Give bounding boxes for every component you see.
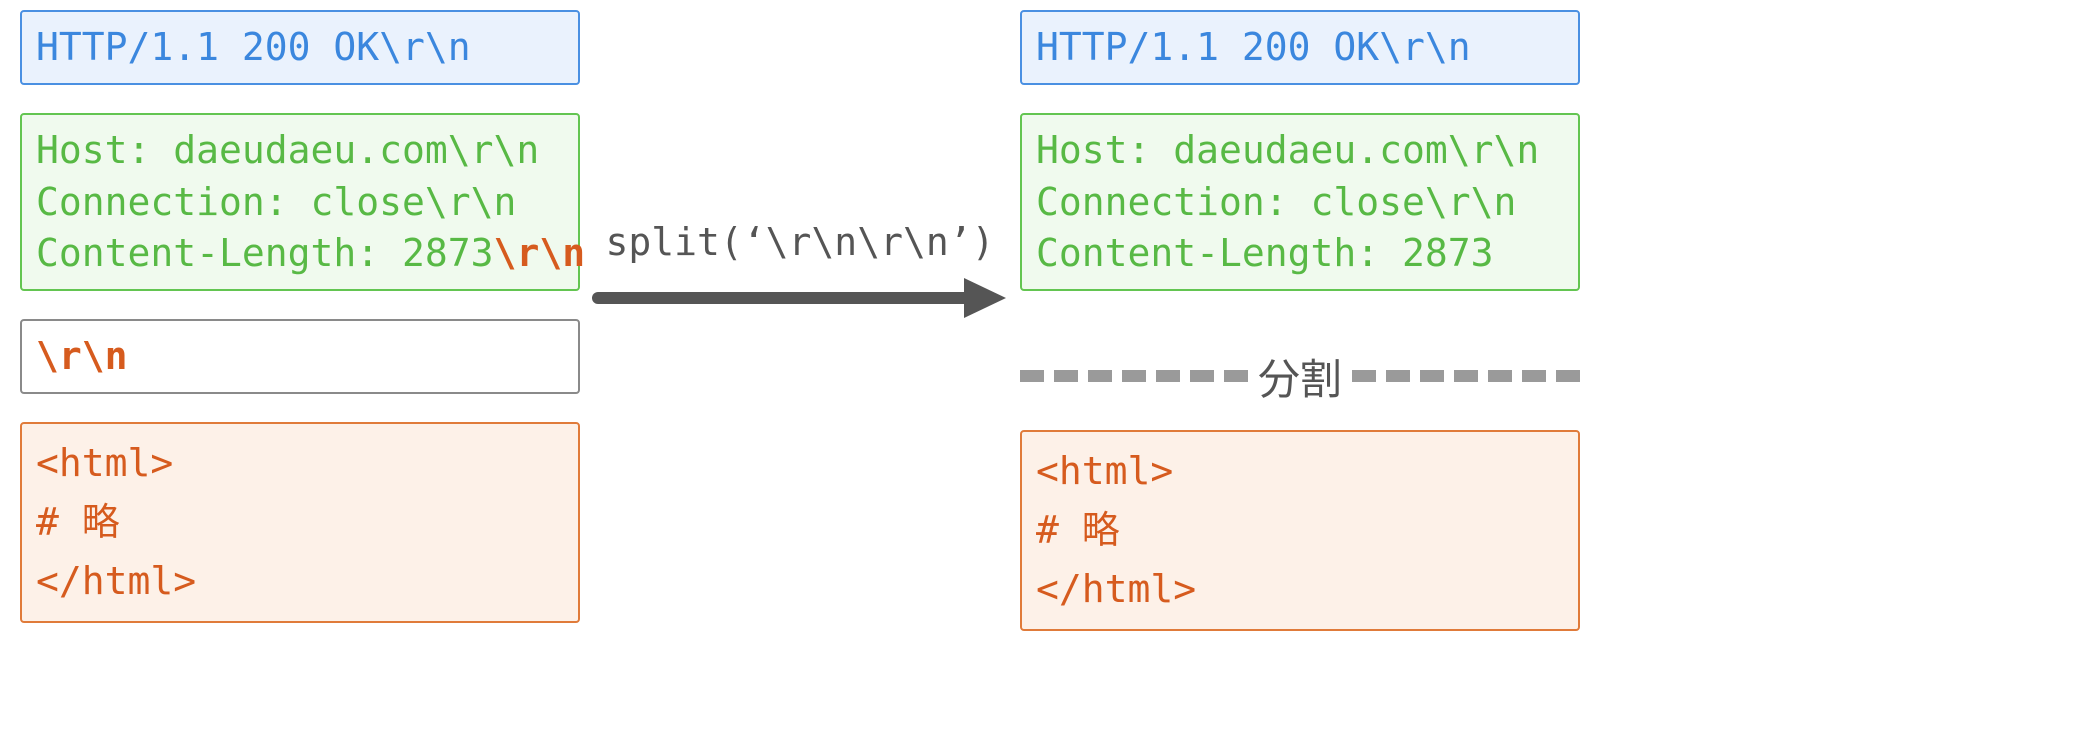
left-column: HTTP/1.1 200 OK\r\n Host: daeudaeu.com\r… [20,10,580,623]
split-arrow: split(‘\r\n\r\n’) [590,220,1010,328]
separator-box: \r\n [20,319,580,394]
dash-right [1352,370,1580,382]
status-line-box-right: HTTP/1.1 200 OK\r\n [1020,10,1580,85]
split-divider: 分割 [1020,348,1580,404]
headers-box-left: Host: daeudaeu.com\r\n Connection: close… [20,113,580,291]
split-label: split(‘\r\n\r\n’) [590,220,1010,264]
right-column: HTTP/1.1 200 OK\r\n Host: daeudaeu.com\r… [1020,10,1580,319]
status-line-box-left: HTTP/1.1 200 OK\r\n [20,10,580,85]
divider-label: 分割 [1248,346,1352,407]
dash-left [1020,370,1248,382]
headers-box-right: Host: daeudaeu.com\r\n Connection: close… [1020,113,1580,291]
right-body-wrap: <html> # 略 </html> [1020,430,1580,631]
headers-text-left: Host: daeudaeu.com\r\n Connection: close… [36,128,539,275]
body-box-left: <html> # 略 </html> [20,422,580,623]
arrow-icon [592,268,1008,328]
headers-trailing-crlf: \r\n [494,231,586,275]
body-box-right: <html> # 略 </html> [1020,430,1580,631]
